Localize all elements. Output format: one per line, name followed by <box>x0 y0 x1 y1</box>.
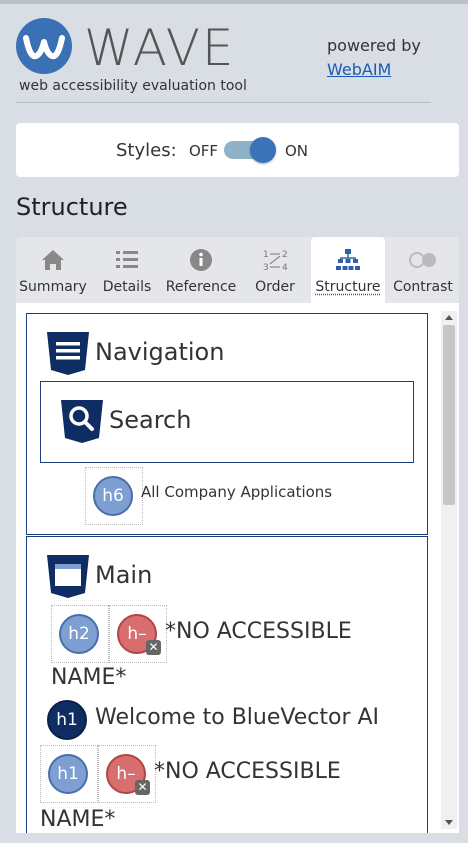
tab-summary[interactable]: Summary <box>16 237 90 303</box>
navigation-title: Navigation <box>95 338 225 366</box>
tab-label: Structure <box>315 279 381 295</box>
scroll-thumb[interactable] <box>443 325 455 505</box>
empty-heading-error-item[interactable]: h– ✕ <box>98 745 156 803</box>
navigation-landmark-icon <box>47 332 89 375</box>
tab-label: Order <box>255 279 295 295</box>
tab-order[interactable]: 1 2 3 4 Order <box>242 237 308 303</box>
h6-heading-icon: h6 <box>93 476 133 516</box>
h1-heading-icon: h1 <box>47 700 87 740</box>
header: WAVE web accessibility evaluation tool p… <box>16 14 431 103</box>
scroll-down-icon[interactable] <box>445 820 453 825</box>
webaim-link[interactable]: WebAIM <box>327 60 391 79</box>
main-title: Main <box>95 561 153 589</box>
order-icon: 1 2 3 4 <box>263 250 288 273</box>
h1-heading-icon: h1 <box>48 754 88 794</box>
styles-label: Styles: <box>116 140 177 161</box>
search-title: Search <box>109 406 192 434</box>
styles-on-label: ON <box>285 142 309 160</box>
empty-heading-text-wrap: NAME* <box>51 665 127 690</box>
empty-heading-text: *NO ACCESSIBLE <box>165 619 352 644</box>
error-x-icon: ✕ <box>146 640 161 655</box>
tab-contrast[interactable]: Contrast <box>387 237 459 303</box>
svg-text:4: 4 <box>282 263 288 273</box>
svg-text:2: 2 <box>282 250 288 260</box>
h6-heading-text: All Company Applications <box>141 483 333 501</box>
structure-panel: Navigation Search h6 All Company Applica… <box>16 303 459 833</box>
styles-off-label: OFF <box>189 142 219 160</box>
heading-h2-item[interactable]: h2 <box>51 605 109 663</box>
panel-heading: Structure <box>16 193 128 221</box>
toggle-knob <box>250 137 276 163</box>
list-icon <box>116 251 138 268</box>
home-icon <box>42 250 64 270</box>
main-region[interactable]: Main h2 h– ✕ *NO ACCESSIBLE NAME* h1 Wel… <box>26 536 428 833</box>
main-landmark-icon <box>47 555 89 598</box>
tab-label: Details <box>102 279 152 295</box>
tab-structure[interactable]: Structure <box>311 237 385 303</box>
empty-heading-text-wrap: NAME* <box>40 807 116 832</box>
svg-text:3: 3 <box>263 263 269 273</box>
heading-h1-item[interactable]: h1 <box>40 745 98 803</box>
info-icon <box>190 249 212 271</box>
app-title: WAVE <box>84 19 236 77</box>
tab-label: Reference <box>165 279 237 295</box>
tab-details[interactable]: Details <box>94 237 160 303</box>
panel-scrollbar[interactable] <box>441 311 457 829</box>
svg-text:1: 1 <box>263 250 269 260</box>
empty-heading-text: *NO ACCESSIBLE <box>154 759 341 784</box>
tab-label: Summary <box>19 279 87 295</box>
h1-heading-text[interactable]: Welcome to BlueVector AI <box>95 705 379 730</box>
navigation-region[interactable]: Navigation Search h6 All Company Applica… <box>26 313 428 535</box>
tab-bar: Summary Details Reference 1 2 3 4 Order <box>16 237 459 303</box>
tab-label: Contrast <box>393 279 453 295</box>
structure-icon <box>336 249 360 270</box>
h2-heading-icon: h2 <box>59 614 99 654</box>
empty-heading-error-item[interactable]: h– ✕ <box>109 605 167 663</box>
powered-by-text: powered by <box>327 36 421 55</box>
scroll-up-icon[interactable] <box>445 315 453 320</box>
contrast-icon <box>409 252 436 268</box>
tagline: web accessibility evaluation tool <box>19 78 247 94</box>
heading-h6-item[interactable]: h6 <box>85 467 143 525</box>
error-x-icon: ✕ <box>135 780 150 795</box>
styles-toggle-panel: Styles: OFF ON <box>16 123 459 177</box>
styles-toggle-switch[interactable] <box>224 137 276 163</box>
tab-reference[interactable]: Reference <box>162 237 240 303</box>
search-region[interactable]: Search <box>40 381 414 463</box>
search-landmark-icon <box>61 400 103 443</box>
wave-logo-icon <box>16 18 72 74</box>
top-border <box>0 0 468 4</box>
